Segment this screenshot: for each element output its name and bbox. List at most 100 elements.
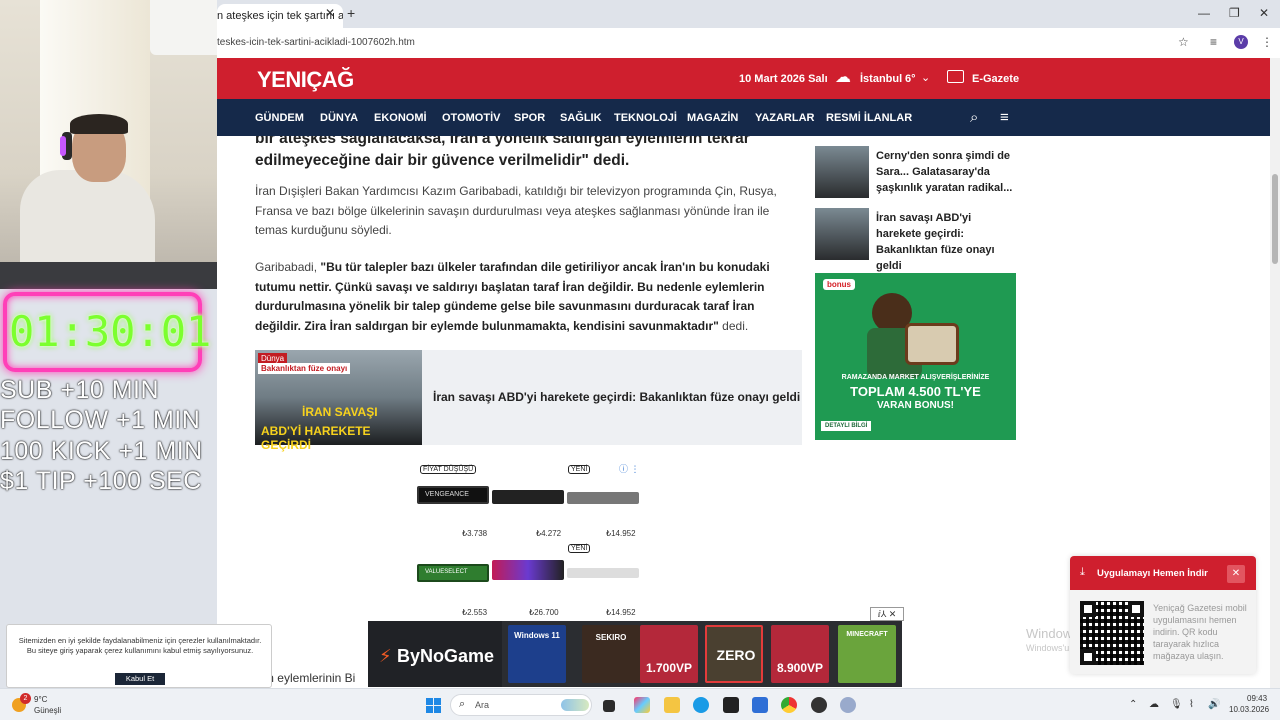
scrollbar-thumb[interactable] xyxy=(1272,174,1278,264)
app-popup-header: ⤓ Uygulamayı Hemen İndir ✕ xyxy=(1070,556,1256,590)
edge-icon[interactable] xyxy=(693,697,709,713)
cloud-icon[interactable]: ☁ xyxy=(1149,699,1159,710)
related-article-image[interactable]: Dünya Bakanlıktan füze onayı İRAN SAVAŞI… xyxy=(255,350,422,452)
ram-product-2[interactable] xyxy=(492,490,564,504)
app-icon[interactable] xyxy=(811,697,827,713)
windows-start-icon[interactable] xyxy=(426,698,441,713)
ad-product-label: 8.900VP xyxy=(776,661,824,675)
ram-product-4[interactable]: VALUESELECT xyxy=(417,564,489,582)
bookmark-star-icon[interactable]: ☆ xyxy=(1178,35,1189,49)
tab-close-icon[interactable]: ✕ xyxy=(325,6,335,20)
hamburger-menu-icon[interactable]: ≡ xyxy=(1000,109,1009,126)
qr-finder xyxy=(1080,601,1096,617)
outlook-icon[interactable] xyxy=(752,697,768,713)
app-popup-close-button[interactable]: ✕ xyxy=(1227,565,1245,583)
ram-product-1[interactable]: VENGEANCE xyxy=(417,486,489,504)
sidebar-news-thumb[interactable] xyxy=(815,146,869,198)
copilot-icon[interactable] xyxy=(634,697,650,713)
app-popup-text: Yeniçağ Gazetesi mobil uygulamasını heme… xyxy=(1153,603,1247,661)
related-article-title[interactable]: İran savaşı ABD'yi harekete geçirdi: Bak… xyxy=(433,390,800,404)
sidebar-news-title[interactable]: Cerny'den sonra şimdi de Sara... Galatas… xyxy=(876,148,1016,196)
ram-product-3[interactable] xyxy=(567,492,639,504)
ram-price-6: ₺14.952 xyxy=(606,608,636,617)
ram-product-6[interactable] xyxy=(567,568,639,578)
nav-otomotiv[interactable]: OTOMOTİV xyxy=(442,112,500,124)
sidebar-news-title[interactable]: İran savaşı ABD'yi harekete geçirdi: Bak… xyxy=(876,210,1016,274)
ad-info-icon[interactable]: ⓘ ⋮ xyxy=(619,462,640,475)
site-logo[interactable]: YENIÇAĞ xyxy=(257,67,354,93)
profile-avatar[interactable]: V xyxy=(1234,35,1248,49)
browser-menu-icon[interactable]: ⋮ xyxy=(1261,35,1273,49)
weather-city[interactable]: İstanbul xyxy=(860,73,902,85)
ram-price-3: ₺14.952 xyxy=(606,529,636,538)
bonus-banner-ad[interactable]: bonus RAMAZANDA MARKET ALIŞVERİŞLERİNİZE… xyxy=(815,273,1016,440)
window-close-icon[interactable]: ✕ xyxy=(1259,6,1269,20)
nav-dunya[interactable]: DÜNYA xyxy=(320,112,358,124)
bottom-ad-bar[interactable]: ⅈ⅄ ✕ ⚡ ByNoGame Windows 11 SEKIRO 1.700V… xyxy=(368,607,904,687)
nav-yazarlar[interactable]: YAZARLAR xyxy=(755,112,815,124)
sidebar-news-thumb[interactable] xyxy=(815,208,869,260)
desk xyxy=(0,262,217,289)
microphone-icon[interactable]: 🎙 xyxy=(1170,699,1183,710)
chevron-down-icon[interactable]: ⌄ xyxy=(921,71,930,84)
banner-line-2: TOPLAM 4.500 TL'YE xyxy=(850,384,981,399)
taskbar-search-input[interactable]: ⌕ Ara xyxy=(450,694,592,716)
nav-spor[interactable]: SPOR xyxy=(514,112,545,124)
file-explorer-icon[interactable] xyxy=(664,697,680,713)
settings-icon[interactable] xyxy=(840,697,856,713)
nav-teknoloji[interactable]: TEKNOLOJİ xyxy=(614,112,677,124)
network-icon[interactable]: ⌇ xyxy=(1189,699,1194,710)
ad-product-vp-8900[interactable]: 8.900VP xyxy=(771,625,829,683)
url-text[interactable]: teskes-icin-tek-sartini-acikladi-1007602… xyxy=(217,37,415,48)
nav-saglik[interactable]: SAĞLIK xyxy=(560,112,602,124)
ad-product-label: 1.700VP xyxy=(645,661,693,675)
ad-product-zero[interactable]: ZERO xyxy=(705,625,763,683)
reading-list-icon[interactable]: ≡ xyxy=(1210,35,1217,49)
banner-details-button[interactable]: DETAYLI BİLGİ xyxy=(821,421,872,431)
cookie-notice: Sitemizden en iyi şekilde faydalanabilme… xyxy=(6,624,272,688)
article-lead: bir ateşkes sağlanacaksa, İran'a yönelik… xyxy=(255,136,775,172)
nav-resmi-ilanlar[interactable]: RESMİ İLANLAR xyxy=(826,112,912,124)
minimize-icon[interactable]: — xyxy=(1198,6,1210,20)
related-image-caption-2: ABD'Yİ HAREKETE GEÇİRDİ xyxy=(261,424,371,452)
sidebar-news-item[interactable]: İran savaşı ABD'yi harekete geçirdi: Bak… xyxy=(815,208,1020,272)
lead-line-1: bir ateşkes sağlanacaksa, İran'a yönelik… xyxy=(255,136,750,147)
qr-finder xyxy=(1128,601,1144,617)
clock-date[interactable]: 10.03.2026 xyxy=(1229,705,1269,714)
ram-product-ad[interactable]: FİYAT DÜŞÜŞÜ YENİ ⓘ ⋮ VENGEANCE ₺3.738 ₺… xyxy=(417,462,642,627)
bonus-logo: bonus xyxy=(823,279,855,290)
taskbar-condition[interactable]: Güneşli xyxy=(34,706,61,715)
banner-line-1: RAMAZANDA MARKET ALIŞVERİŞLERİNİZE xyxy=(841,374,990,381)
clock-time[interactable]: 09:43 xyxy=(1247,694,1267,703)
search-icon[interactable]: ⌕ xyxy=(970,109,978,126)
ad-product-vp-1700[interactable]: 1.700VP xyxy=(640,625,698,683)
page-scrollbar[interactable] xyxy=(1270,58,1280,688)
ad-product-minecraft[interactable]: MINECRAFT xyxy=(838,625,896,683)
ad-close-button[interactable]: ⅈ⅄ ✕ xyxy=(870,607,904,621)
new-badge: YENİ xyxy=(568,465,591,474)
new-tab-button[interactable]: + xyxy=(347,5,355,21)
related-image-subtag: Bakanlıktan füze onayı xyxy=(258,363,351,374)
volume-icon[interactable]: 🔊 xyxy=(1208,699,1220,710)
sidebar-news-item[interactable]: Cerny'den sonra şimdi de Sara... Galatas… xyxy=(815,146,1020,201)
restore-icon[interactable]: ❐ xyxy=(1229,6,1240,20)
stream-rule-2: FOLLOW +1 MIN xyxy=(0,406,201,434)
taskbar-temp[interactable]: 9°C xyxy=(34,695,47,704)
ad-product-sekiro[interactable]: SEKIRO xyxy=(582,625,640,683)
store-icon[interactable] xyxy=(723,697,739,713)
egazete-link[interactable]: E-Gazete xyxy=(972,73,1019,85)
bynogame-logo[interactable]: ⚡ ByNoGame xyxy=(368,621,502,687)
nav-gundem[interactable]: GÜNDEM xyxy=(255,112,304,124)
para2-prefix: Garibabadi, xyxy=(255,260,321,274)
nav-magazin[interactable]: MAGAZİN xyxy=(687,112,738,124)
tray-chevron-icon[interactable]: ⌃ xyxy=(1129,699,1137,710)
task-view-icon[interactable] xyxy=(603,700,615,712)
ad-product-windows[interactable]: Windows 11 xyxy=(508,625,566,683)
qr-finder xyxy=(1080,649,1096,665)
related-article-card[interactable]: Dünya Bakanlıktan füze onayı İRAN SAVAŞI… xyxy=(255,350,802,452)
cookie-accept-button[interactable]: Kabul Et xyxy=(115,673,165,685)
ram-product-5[interactable] xyxy=(492,560,564,580)
nav-ekonomi[interactable]: EKONOMİ xyxy=(374,112,427,124)
chrome-icon[interactable] xyxy=(781,697,797,713)
main-nav: GÜNDEM DÜNYA EKONOMİ OTOMOTİV SPOR SAĞLI… xyxy=(217,99,1270,136)
